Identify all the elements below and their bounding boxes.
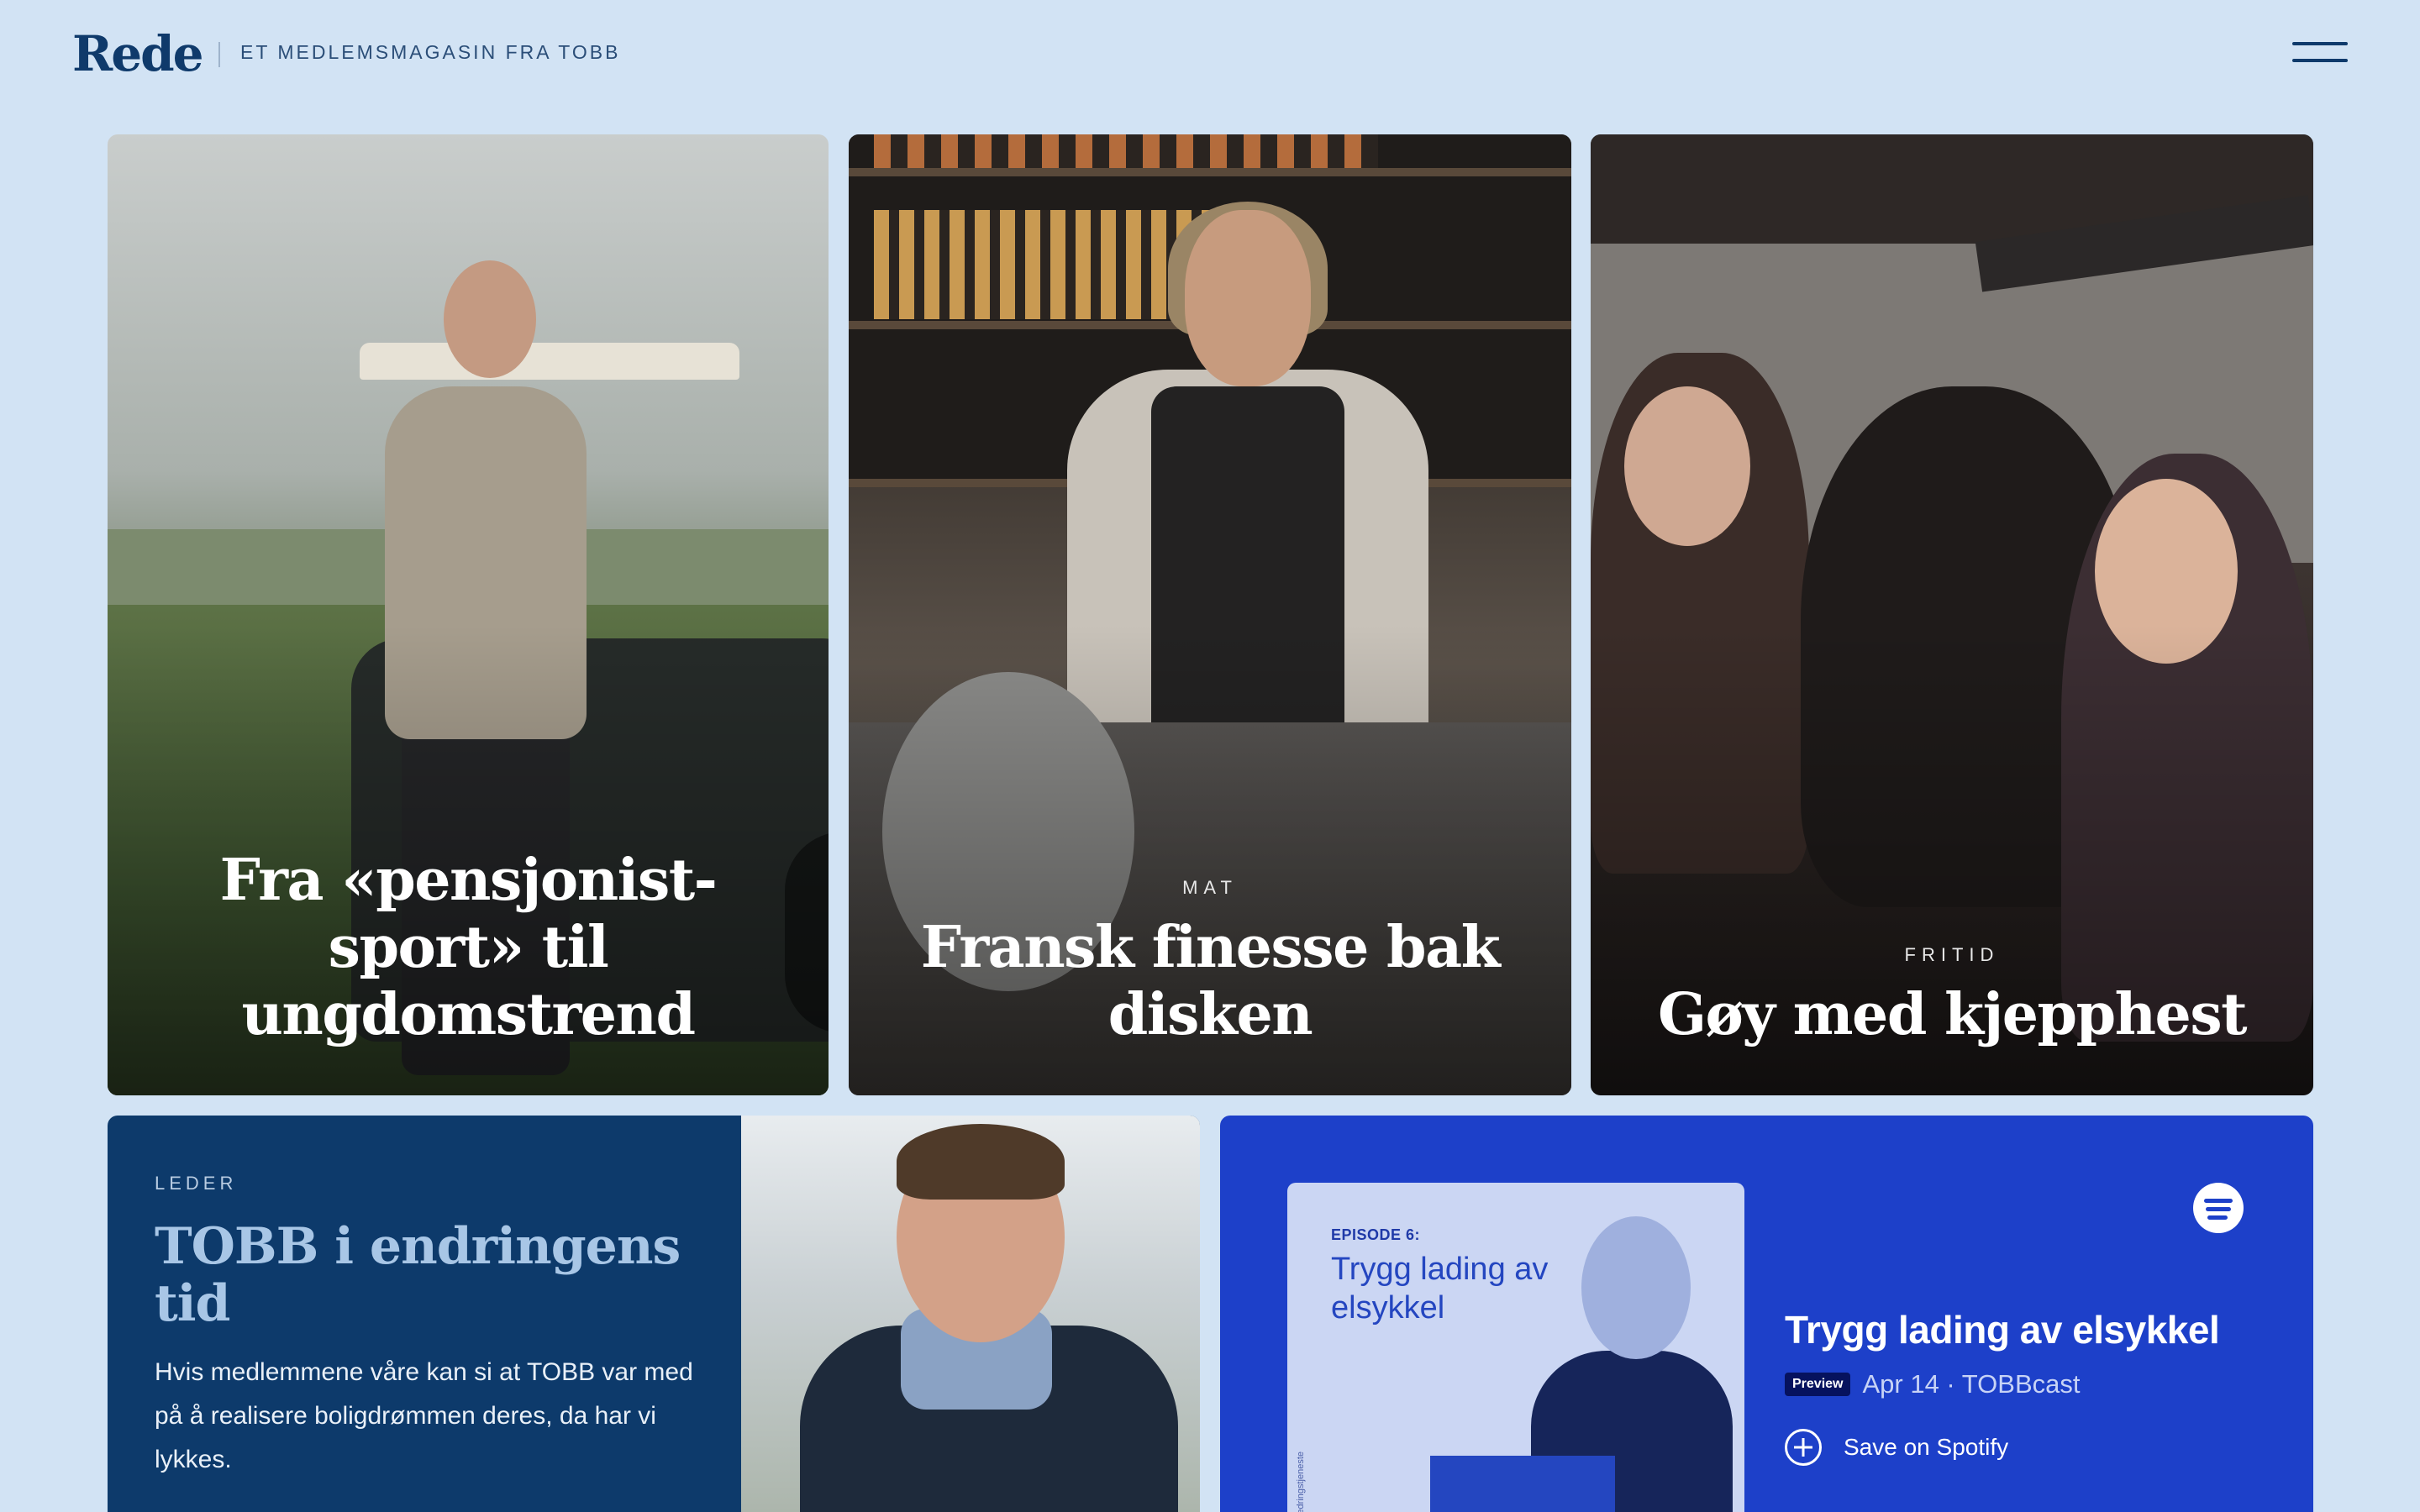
article-title[interactable]: Fransk finesse bak disken [882,914,1538,1048]
golf-cart-roof-illustration [360,343,739,380]
spotify-podcast-embed[interactable]: EPISODE 6: Trygg lading av elsykkel edri… [1220,1116,2313,1512]
article-category: MAT [1182,877,1238,898]
plus-circle-icon [1785,1429,1822,1466]
article-card-fritid[interactable]: FRITID Gøy med kjepphest [1591,134,2313,1095]
site-header: Rede ET MEDLEMSMAGASIN FRA TOBB [0,0,2420,108]
leader-excerpt: Hvis medlemmene våre kan si at TOBB var … [155,1358,693,1473]
site-tagline: ET MEDLEMSMAGASIN FRA TOBB [240,41,621,63]
menu-line [2292,59,2348,62]
spotify-wave [2207,1215,2228,1220]
podcast-cover-art[interactable]: EPISODE 6: Trygg lading av elsykkel edri… [1287,1183,1744,1512]
article-card-golf[interactable]: Fra «pensjonist-sport» til ungdomstrend [108,134,829,1095]
episode-title[interactable]: Trygg lading av elsykkel [1785,1307,2220,1352]
save-label: Save on Spotify [1844,1434,2009,1460]
girl-face-illustration [1624,386,1750,546]
article-category: FRITID [1904,944,2000,965]
episode-date-show[interactable]: Apr 14 · TOBBcast [1862,1369,2080,1399]
cover-title: Trygg lading av elsykkel [1331,1252,1549,1326]
shelf-board [849,168,1571,176]
article-title[interactable]: Fra «pensjonist-sport» til ungdomstrend [183,847,753,1048]
leader-category: LEDER [155,1173,238,1194]
cover-logo-block [1430,1456,1615,1512]
card-caption: MAT Fransk finesse bak disken [882,877,1538,1048]
spotify-wave [2204,1199,2233,1203]
preview-badge: Preview [1785,1373,1851,1396]
article-card-mat[interactable]: MAT Fransk finesse bak disken [849,134,1571,1095]
bottles-illustration [874,210,1210,319]
spotify-wave [2206,1207,2231,1211]
leader-title[interactable]: TOBB i endringens tid [155,1218,701,1332]
person-head-illustration [444,260,536,378]
chef-head-illustration [1185,210,1311,386]
host-head-illustration [1581,1216,1691,1359]
card-caption: Fra «pensjonist-sport» til ungdomstrend [183,847,753,1048]
cover-side-text: edringstjeneste [1296,1452,1306,1512]
spotify-icon[interactable] [2193,1183,2244,1233]
site-logo[interactable]: Rede [72,25,204,82]
leader-card[interactable]: LEDER TOBB i endringens tid Hvis medlemm… [108,1116,1200,1512]
top-shelf-bottles-illustration [874,134,1378,168]
card-caption: FRITID Gøy med kjepphest [1624,944,2280,1048]
save-on-spotify-button[interactable]: Save on Spotify [1785,1428,2008,1467]
episode-meta: Preview Apr 14 · TOBBcast [1785,1368,2081,1401]
logo-divider [218,42,220,67]
article-title[interactable]: Gøy med kjepphest [1624,981,2280,1048]
cover-episode-label: EPISODE 6: [1331,1226,1421,1243]
menu-line [2292,42,2348,45]
portrait-hair-illustration [897,1124,1065,1200]
leader-text: LEDER TOBB i endringens tid Hvis medlemm… [155,1173,701,1482]
hamburger-menu-icon[interactable] [2292,37,2348,67]
leader-portrait [741,1116,1200,1512]
